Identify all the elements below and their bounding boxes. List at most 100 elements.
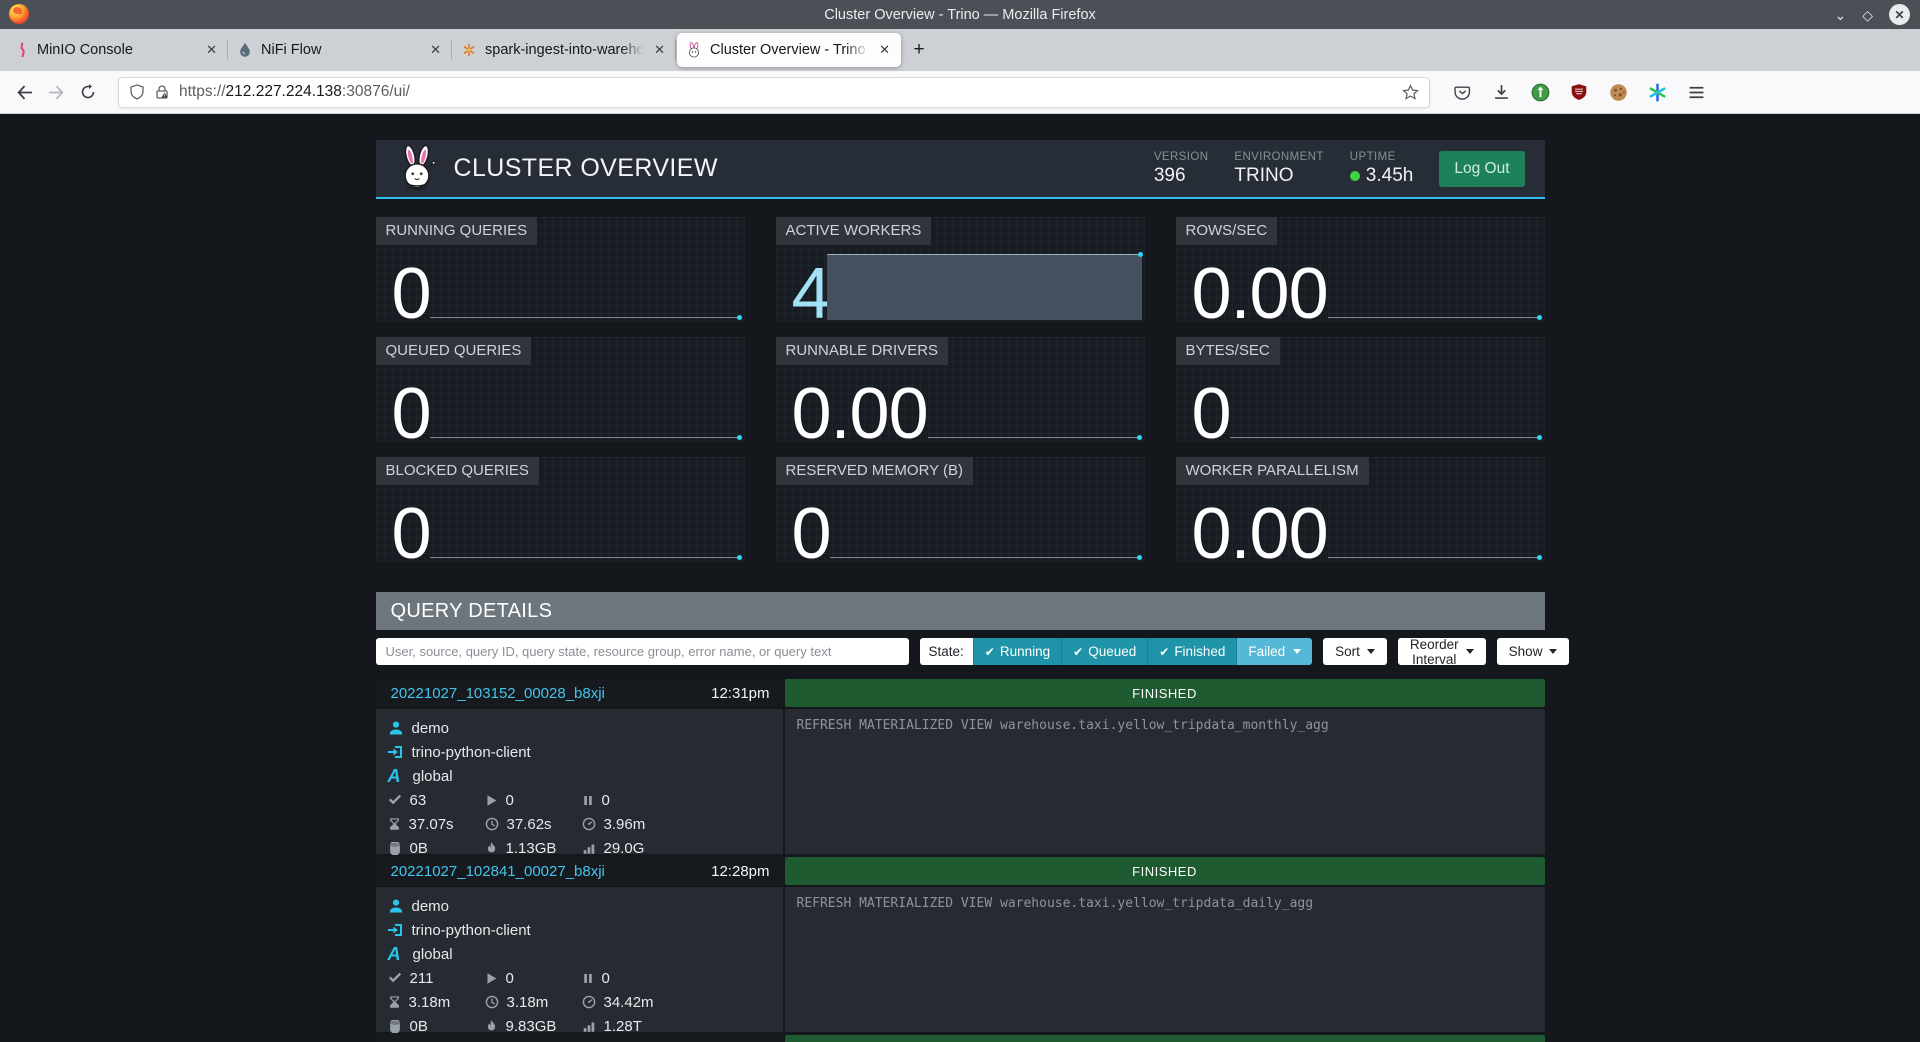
- query-row: 20221027_102841_00027_b8xji 12:28pm FINI…: [376, 857, 1545, 1032]
- query-list: 20221027_103152_00028_b8xji 12:31pm FINI…: [376, 679, 1545, 1042]
- stat-runnable-drivers: RUNNABLE DRIVERS 0.00: [776, 337, 1145, 442]
- query-sql-text: REFRESH MATERIALIZED VIEW warehouse.taxi…: [797, 896, 1533, 911]
- pocket-icon[interactable]: [1446, 76, 1478, 108]
- query-row: 20221027_102841_00026_b8xji 12:28pm FINI…: [376, 1035, 1545, 1042]
- query-id-link[interactable]: 20221027_102841_00027_b8xji: [391, 863, 605, 880]
- stat-active-workers: ACTIVE WORKERS 4: [776, 217, 1145, 322]
- trino-bunny-logo: [398, 144, 436, 194]
- stat-worker-parallelism: WORKER PARALLELISM 0.00: [1176, 457, 1545, 562]
- close-button[interactable]: ✕: [1889, 4, 1910, 25]
- state-queued-button[interactable]: Queued: [1061, 638, 1147, 665]
- version-value: 396: [1154, 165, 1209, 187]
- downloads-icon[interactable]: [1485, 76, 1517, 108]
- query-resource-group: global: [413, 946, 453, 963]
- peak-memory-flame-icon: [485, 841, 498, 855]
- logout-button[interactable]: Log Out: [1439, 151, 1524, 187]
- tab-label: Cluster Overview - Trino: [710, 42, 869, 58]
- tab-close-icon[interactable]: ✕: [652, 40, 667, 60]
- tab-spark-notebook[interactable]: spark-ingest-into-warehou ✕: [452, 29, 676, 71]
- stat-label: RUNNING QUERIES: [376, 217, 538, 245]
- stat-label: ACTIVE WORKERS: [776, 217, 932, 245]
- stat-value: 0.00: [792, 378, 928, 450]
- query-filter-row: State: Running Queued Finished Failed So…: [376, 638, 1545, 665]
- tab-close-icon[interactable]: ✕: [877, 40, 892, 60]
- sparkline: [430, 437, 741, 438]
- stat-reserved-memory: RESERVED MEMORY (B) 0: [776, 457, 1145, 562]
- tab-label: NiFi Flow: [261, 42, 420, 58]
- stat-value: 0.00: [1192, 498, 1328, 570]
- sparkline-area: [827, 254, 1142, 320]
- query-sql-text: REFRESH MATERIALIZED VIEW warehouse.taxi…: [797, 718, 1533, 733]
- chevron-down-icon: [1367, 649, 1375, 654]
- tab-label: spark-ingest-into-warehou: [485, 42, 644, 58]
- cumulative-time-gauge-icon: [582, 995, 596, 1009]
- show-dropdown[interactable]: Show: [1497, 638, 1570, 665]
- queued-pause-icon: [582, 972, 594, 985]
- query-user: demo: [412, 898, 450, 915]
- query-status-badge: FINISHED: [785, 1035, 1545, 1042]
- lock-warning-icon[interactable]: [154, 84, 170, 100]
- stat-value: 0: [392, 258, 431, 330]
- new-tab-button[interactable]: +: [902, 29, 936, 71]
- uptime-label: UPTIME: [1350, 151, 1414, 163]
- stat-label: RUNNABLE DRIVERS: [776, 337, 949, 365]
- extension-cookie-icon[interactable]: [1602, 76, 1634, 108]
- environment-value: TRINO: [1234, 165, 1323, 187]
- query-id-link[interactable]: 20221027_103152_00028_b8xji: [391, 685, 605, 702]
- sparkline: [830, 557, 1141, 558]
- wall-time-hourglass-icon: [388, 995, 401, 1009]
- state-failed-dropdown[interactable]: Failed: [1236, 638, 1312, 665]
- chevron-down-icon: [1466, 649, 1474, 654]
- current-memory-icon: [388, 842, 402, 855]
- stat-value: 0: [1192, 378, 1231, 450]
- query-resource-group: global: [413, 768, 453, 785]
- current-memory-icon: [388, 1020, 402, 1033]
- url-text[interactable]: https://212.227.224.138:30876/ui/: [179, 83, 1393, 101]
- stat-bytes-sec: BYTES/SEC 0: [1176, 337, 1545, 442]
- sparkline: [928, 437, 1141, 438]
- query-details-header: QUERY DETAILS: [376, 592, 1545, 630]
- state-label: State:: [920, 638, 973, 665]
- firefox-window: Cluster Overview - Trino — Mozilla Firef…: [0, 0, 1920, 1042]
- stat-value: 0: [792, 498, 831, 570]
- running-play-icon: [485, 972, 498, 985]
- tab-cluster-overview-active[interactable]: Cluster Overview - Trino ✕: [677, 33, 901, 67]
- bookmark-star-icon[interactable]: [1402, 84, 1419, 101]
- reorder-interval-dropdown[interactable]: Reorder Interval: [1398, 638, 1486, 665]
- nifi-drop-icon: [237, 42, 253, 58]
- menu-hamburger-icon[interactable]: [1680, 76, 1712, 108]
- forward-icon[interactable]: [40, 76, 72, 108]
- tab-minio-console[interactable]: MinIO Console ✕: [4, 29, 228, 71]
- environment-block: ENVIRONMENT TRINO: [1234, 151, 1323, 187]
- stat-value: 0: [392, 378, 431, 450]
- completed-check-icon: [388, 793, 402, 807]
- stat-label: ROWS/SEC: [1176, 217, 1278, 245]
- extension-ublock-icon[interactable]: [1563, 76, 1595, 108]
- sort-dropdown[interactable]: Sort: [1323, 638, 1387, 665]
- tab-close-icon[interactable]: ✕: [428, 40, 443, 60]
- window-title: Cluster Overview - Trino — Mozilla Firef…: [0, 7, 1920, 23]
- query-status-badge: FINISHED: [785, 857, 1545, 885]
- tab-close-icon[interactable]: ✕: [204, 40, 219, 60]
- state-running-button[interactable]: Running: [973, 638, 1061, 665]
- state-finished-button[interactable]: Finished: [1147, 638, 1236, 665]
- sparkline: [1328, 317, 1541, 318]
- tracking-shield-icon[interactable]: [129, 84, 145, 100]
- peak-memory-flame-icon: [485, 1019, 498, 1033]
- url-bar[interactable]: https://212.227.224.138:30876/ui/: [118, 77, 1430, 108]
- extension-privacy-icon[interactable]: [1524, 76, 1556, 108]
- extension-asterisk-icon[interactable]: [1641, 76, 1673, 108]
- cumulative-time-gauge-icon: [582, 817, 596, 831]
- maximize-button[interactable]: ◇: [1862, 8, 1873, 22]
- query-search-input[interactable]: [376, 638, 909, 665]
- firefox-icon: [9, 4, 29, 24]
- stat-queued-queries: QUEUED QUERIES 0: [376, 337, 745, 442]
- version-label: VERSION: [1154, 151, 1209, 163]
- back-icon[interactable]: [8, 76, 40, 108]
- url-scheme: https://: [179, 83, 226, 100]
- tab-strip: MinIO Console ✕ NiFi Flow ✕ spark-ingest…: [0, 29, 1920, 71]
- environment-label: ENVIRONMENT: [1234, 151, 1323, 163]
- tab-nifi-flow[interactable]: NiFi Flow ✕: [228, 29, 452, 71]
- reload-icon[interactable]: [72, 76, 104, 108]
- minimize-button[interactable]: ⌄: [1834, 8, 1846, 22]
